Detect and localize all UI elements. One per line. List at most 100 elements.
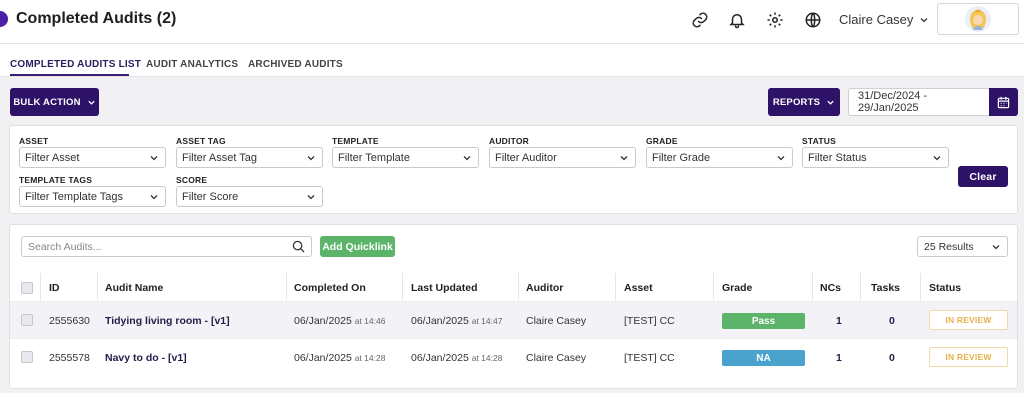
filter-panel: ASSET Filter Asset ASSET TAG Filter Asse… <box>9 125 1018 214</box>
bulk-action-button[interactable]: BULK ACTION <box>10 88 99 116</box>
clear-filters-button[interactable]: Clear <box>958 166 1008 187</box>
bulk-action-label: BULK ACTION <box>13 96 81 108</box>
column-header-completed-on[interactable]: Completed On <box>294 282 366 294</box>
globe-icon[interactable] <box>803 10 823 30</box>
column-header-tasks[interactable]: Tasks <box>871 282 900 294</box>
chevron-down-icon <box>307 195 315 200</box>
ncs-count: 1 <box>836 352 842 364</box>
column-divider <box>97 273 98 300</box>
updated-date: 06/Jan/2025 <box>411 315 469 327</box>
column-divider <box>615 273 616 300</box>
audit-name-link[interactable]: Tidying living room - [v1] <box>105 315 230 327</box>
asset-filter[interactable]: Filter Asset <box>19 147 166 168</box>
asset-tag-filter-label: ASSET TAG <box>176 136 226 146</box>
tab-audit-analytics[interactable]: AUDIT ANALYTICS <box>146 59 238 70</box>
template-tags-filter[interactable]: Filter Template Tags <box>19 186 166 207</box>
tasks-count: 0 <box>889 315 895 327</box>
asset-tag-filter-placeholder: Filter Asset Tag <box>182 151 257 164</box>
completed-date: 06/Jan/2025 <box>294 315 352 327</box>
results-per-page-value: 25 Results <box>924 240 974 253</box>
search-input[interactable]: Search Audits... <box>21 236 312 257</box>
grade-filter-label: GRADE <box>646 136 678 146</box>
avatar[interactable] <box>937 3 1019 35</box>
status-filter-placeholder: Filter Status <box>808 151 867 164</box>
completed-time: at 14:28 <box>354 353 386 363</box>
column-header-last-updated[interactable]: Last Updated <box>411 282 478 294</box>
row-checkbox[interactable] <box>21 351 33 363</box>
select-all-checkbox[interactable] <box>21 282 33 294</box>
column-header-auditor[interactable]: Auditor <box>526 282 563 294</box>
tasks-count: 0 <box>889 352 895 364</box>
link-icon[interactable] <box>690 10 710 30</box>
status-filter[interactable]: Filter Status <box>802 147 949 168</box>
results-per-page-select[interactable]: 25 Results <box>917 236 1008 257</box>
column-header-ncs[interactable]: NCs <box>820 282 841 294</box>
column-divider <box>920 273 921 300</box>
grade-filter[interactable]: Filter Grade <box>646 147 793 168</box>
auditor-filter-label: AUDITOR <box>489 136 529 146</box>
template-filter-label: TEMPLATE <box>332 136 379 146</box>
asset-filter-placeholder: Filter Asset <box>25 151 80 164</box>
score-filter[interactable]: Filter Score <box>176 186 323 207</box>
chevron-down-icon <box>87 100 95 105</box>
template-tags-filter-label: TEMPLATE TAGS <box>19 175 93 185</box>
audit-id: 2555578 <box>49 352 90 364</box>
column-divider <box>812 273 813 300</box>
auditor-filter[interactable]: Filter Auditor <box>489 147 636 168</box>
status-badge: IN REVIEW <box>929 310 1008 330</box>
chevron-down-icon <box>992 245 1000 250</box>
completed-on: 06/Jan/2025 at 14:46 <box>294 315 385 327</box>
template-filter[interactable]: Filter Template <box>332 147 479 168</box>
avatar-icon <box>965 6 991 32</box>
asset-filter-label: ASSET <box>19 136 49 146</box>
date-range-input[interactable]: 31/Dec/2024 - 29/Jan/2025 <box>848 88 990 116</box>
chevron-down-icon <box>307 156 315 161</box>
auditor-filter-placeholder: Filter Auditor <box>495 151 557 164</box>
user-menu[interactable]: Claire Casey <box>839 12 929 27</box>
tab-archived-audits[interactable]: ARCHIVED AUDITS <box>248 59 343 70</box>
column-divider <box>860 273 861 300</box>
search-icon <box>292 240 305 253</box>
column-header-asset[interactable]: Asset <box>624 282 653 294</box>
audit-name-link[interactable]: Navy to do - [v1] <box>105 352 187 364</box>
user-name: Claire Casey <box>839 12 914 27</box>
add-quicklink-button[interactable]: Add Quicklink <box>320 236 395 257</box>
search-placeholder: Search Audits... <box>28 240 102 253</box>
column-divider <box>713 273 714 300</box>
chevron-down-icon <box>620 156 628 161</box>
column-header-id[interactable]: ID <box>49 282 60 294</box>
calendar-icon <box>997 96 1010 108</box>
updated-time: at 14:28 <box>471 353 503 363</box>
status-filter-label: STATUS <box>802 136 836 146</box>
asset-tag-filter[interactable]: Filter Asset Tag <box>176 147 323 168</box>
chevron-down-icon <box>150 156 158 161</box>
template-filter-placeholder: Filter Template <box>338 151 410 164</box>
row-checkbox[interactable] <box>21 314 33 326</box>
column-divider <box>402 273 403 300</box>
completed-time: at 14:46 <box>354 316 386 326</box>
table-row[interactable]: 2555578 Navy to do - [v1] 06/Jan/2025 at… <box>10 338 1017 375</box>
template-tags-filter-placeholder: Filter Template Tags <box>25 190 124 203</box>
table-row[interactable]: 2555630 Tidying living room - [v1] 06/Ja… <box>10 301 1017 338</box>
brand-logo[interactable] <box>0 11 8 27</box>
score-filter-placeholder: Filter Score <box>182 190 239 203</box>
chevron-down-icon <box>463 156 471 161</box>
asset-name: [TEST] CC <box>624 352 675 364</box>
grade-filter-placeholder: Filter Grade <box>652 151 711 164</box>
auditor-name: Claire Casey <box>526 352 587 364</box>
page-title: Completed Audits (2) <box>16 10 177 27</box>
completed-date: 06/Jan/2025 <box>294 352 352 364</box>
column-header-audit-name[interactable]: Audit Name <box>105 282 163 294</box>
calendar-button[interactable] <box>989 88 1018 116</box>
tab-completed-audits-list[interactable]: COMPLETED AUDITS LIST <box>10 59 141 70</box>
date-range-value: 31/Dec/2024 - 29/Jan/2025 <box>858 90 928 114</box>
bell-icon[interactable] <box>727 10 747 30</box>
column-header-status[interactable]: Status <box>929 282 961 294</box>
column-header-grade[interactable]: Grade <box>722 282 752 294</box>
reports-button[interactable]: REPORTS <box>768 88 840 116</box>
chevron-down-icon <box>920 17 928 22</box>
completed-on: 06/Jan/2025 at 14:28 <box>294 352 385 364</box>
asset-name: [TEST] CC <box>624 315 675 327</box>
last-updated: 06/Jan/2025 at 14:28 <box>411 352 502 364</box>
gear-icon[interactable] <box>765 10 785 30</box>
